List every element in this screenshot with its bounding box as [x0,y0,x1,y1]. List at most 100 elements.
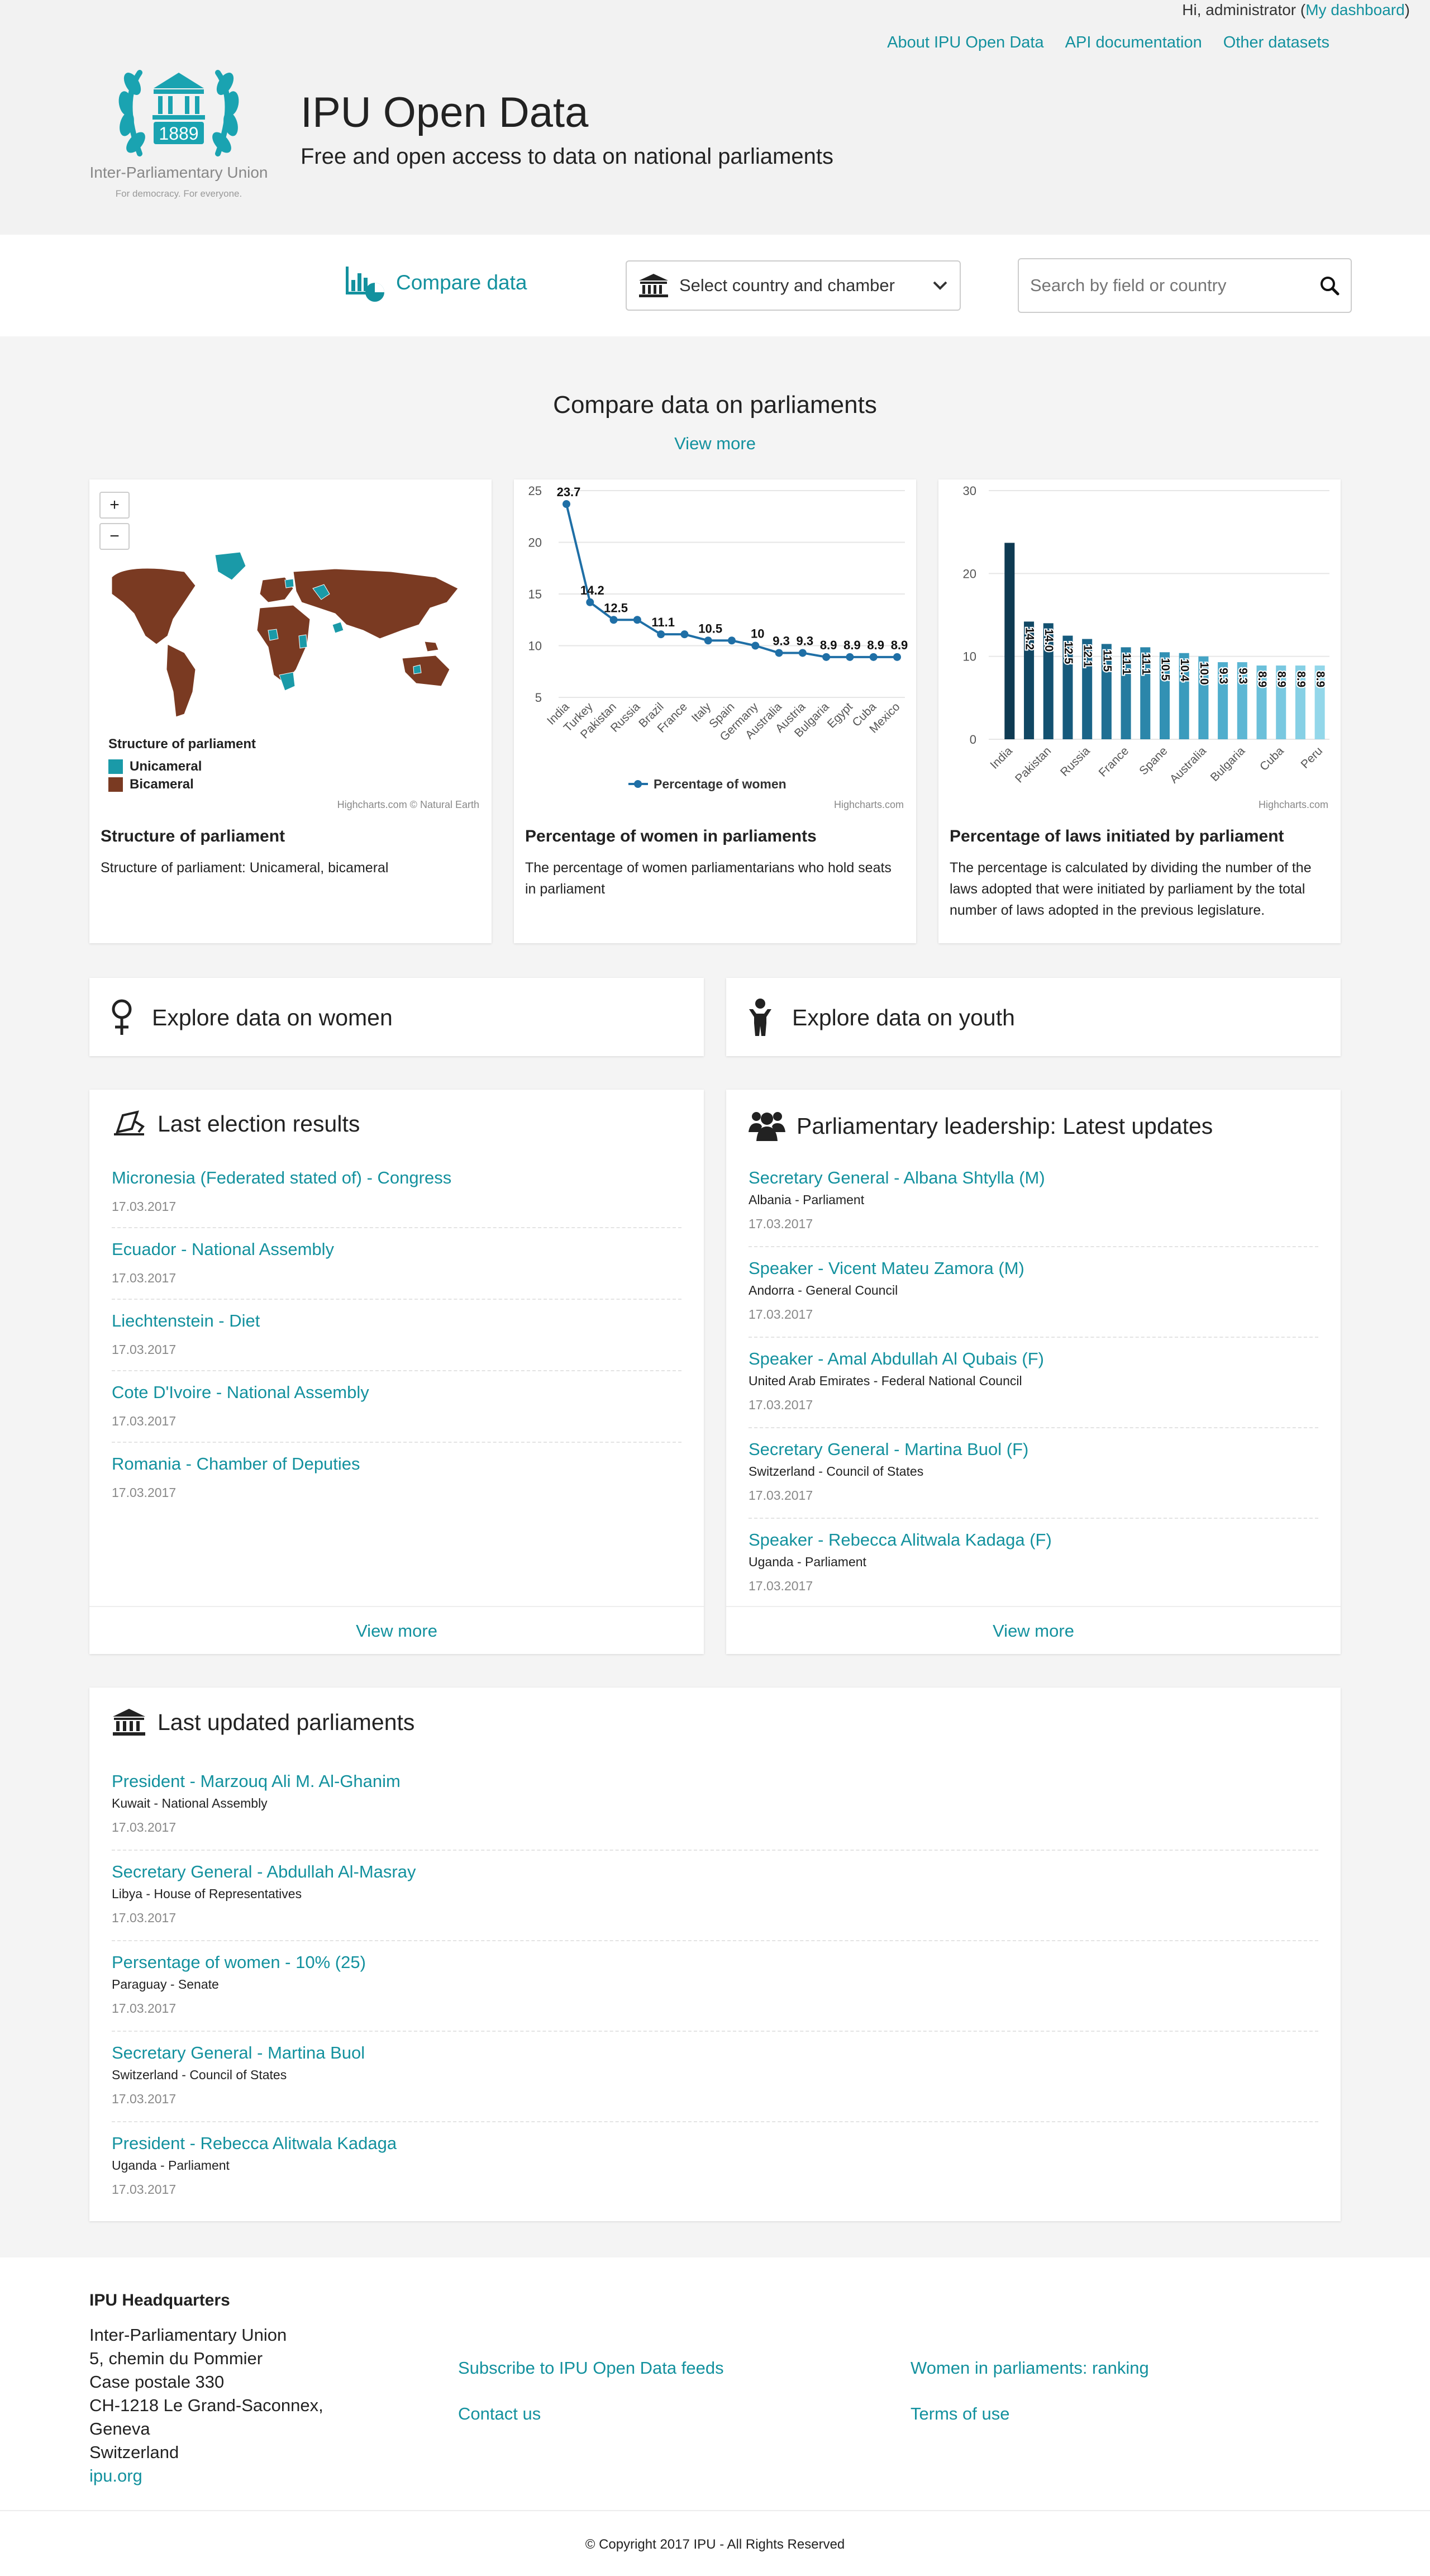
data-point[interactable] [846,653,854,661]
data-point[interactable] [609,616,618,624]
data-label: 11.1 [651,615,675,629]
update-item-chamber: Uganda - Parliament [112,2158,230,2173]
women-line-chart[interactable]: 510152025 23.7India14.2Turkey12.5Pakistan… [514,479,916,809]
contact-us-link[interactable]: Contact us [458,2404,541,2424]
subscribe-feeds-link[interactable]: Subscribe to IPU Open Data feeds [458,2358,724,2378]
update-item-title[interactable]: President - Rebecca Alitwala Kadaga [112,2133,1318,2154]
data-label: 9.3 [797,634,814,648]
leadership-item-date: 17.03.2017 [749,1488,813,1503]
update-item-date: 17.03.2017 [112,2092,177,2106]
ballot-hand-icon [114,1110,145,1135]
election-item-date: 17.03.2017 [112,1485,177,1500]
legend-swatch-bicameral [108,777,123,792]
data-point[interactable] [704,636,712,645]
update-item-chamber: Paraguay - Senate [112,1977,219,1992]
update-item-title[interactable]: Secretary General - Abdullah Al-Masray [112,1862,1318,1882]
election-item-date: 17.03.2017 [112,1199,177,1214]
data-point[interactable] [822,653,831,661]
update-item[interactable]: President - Rebecca Alitwala Kadaga Ugand… [112,2133,1318,2206]
data-point[interactable] [869,653,878,661]
data-point[interactable] [893,653,901,661]
elections-view-more-link[interactable]: View more [89,1606,704,1654]
update-item[interactable]: Secretary General - Martina Buol Switzerl… [112,2043,1318,2122]
leadership-item[interactable]: Speaker - Vicent Mateu Zamora (M) Andorra… [749,1258,1318,1338]
legend-unicameral[interactable]: Unicameral [108,759,202,774]
election-results-box: Last election results Micronesia (Federa… [89,1090,704,1654]
api-docs-link[interactable]: API documentation [1065,34,1202,51]
map-zoom-out-button[interactable]: − [99,523,130,550]
bar-label: 9.3 [1217,668,1230,684]
bar-label: 8.9 [1256,671,1269,687]
data-point[interactable] [751,641,760,650]
leadership-item[interactable]: Secretary General - Albana Shtylla (M) Al… [749,1168,1318,1247]
country-chamber-select[interactable]: Select country and chamber [626,260,961,311]
search-icon[interactable] [1319,275,1340,296]
leadership-item-chamber: United Arab Emirates - Federal National … [749,1373,1022,1388]
data-point[interactable] [680,630,689,639]
bar-label: 10.4 [1178,659,1191,682]
election-item-title[interactable]: Romania - Chamber of Deputies [112,1454,681,1474]
my-dashboard-link[interactable]: My dashboard [1305,1,1404,18]
toolbar: Compare data Select country and chamber [0,235,1430,336]
election-item[interactable]: Ecuador - National Assembly 17.03.2017 [112,1239,681,1300]
election-item[interactable]: Cote D'Ivoire - National Assembly 17.03.2… [112,1382,681,1443]
greeting-text: Hi, administrator ( [1182,1,1306,18]
leadership-item-title[interactable]: Secretary General - Martina Buol (F) [749,1439,1318,1460]
leadership-item-title[interactable]: Speaker - Vicent Mateu Zamora (M) [749,1258,1318,1279]
ipu-logo[interactable]: 1889 Inter-Parliamentary Union For democ… [87,50,271,207]
election-item[interactable]: Micronesia (Federated stated of) - Congr… [112,1168,681,1228]
ipu-site-link[interactable]: ipu.org [89,2466,142,2485]
election-item-title[interactable]: Micronesia (Federated stated of) - Congr… [112,1168,681,1188]
leadership-item-title[interactable]: Speaker - Amal Abdullah Al Qubais (F) [749,1349,1318,1369]
address-line: Geneva [89,2419,150,2439]
data-point[interactable] [563,500,570,508]
terms-of-use-link[interactable]: Terms of use [911,2404,1009,2424]
election-item-title[interactable]: Ecuador - National Assembly [112,1239,681,1260]
about-link[interactable]: About IPU Open Data [887,34,1044,51]
map-zoom-in-button[interactable]: + [99,492,130,519]
update-item[interactable]: President - Marzouq Ali M. Al-Ghanim Kuwa… [112,1771,1318,1851]
leadership-item[interactable]: Speaker - Rebecca Alitwala Kadaga (F) Uga… [749,1530,1318,1603]
laws-bar-chart[interactable]: 0 10 20 30 India 14.2 14.0 Pakistan 12.5 12.1 Russ… [938,479,1341,809]
world-map[interactable] [101,546,480,725]
data-point[interactable] [657,630,665,639]
map-legend-title: Structure of parliament [108,736,256,752]
y-tick-label: 20 [963,567,976,581]
compare-data-button[interactable]: Compare data [344,262,527,304]
other-datasets-link[interactable]: Other datasets [1223,34,1329,51]
card-title: Percentage of women in parliaments [525,827,817,845]
data-point[interactable] [586,598,594,606]
leadership-item[interactable]: Speaker - Amal Abdullah Al Qubais (F) Uni… [749,1349,1318,1428]
data-point[interactable] [728,636,736,645]
election-item-title[interactable]: Cote D'Ivoire - National Assembly [112,1382,681,1403]
update-item[interactable]: Secretary General - Abdullah Al-Masray Li… [112,1862,1318,1941]
explore-women-button[interactable]: Explore data on women [89,978,704,1056]
explore-youth-button[interactable]: Explore data on youth [726,978,1341,1056]
last-updated-header: Last updated parliaments [112,1708,414,1737]
update-item-title[interactable]: Secretary General - Martina Buol [112,2043,1318,2063]
update-item-title[interactable]: President - Marzouq Ali M. Al-Ghanim [112,1771,1318,1791]
data-point[interactable] [775,649,783,657]
data-label: 10 [751,627,764,641]
update-item-date: 17.03.2017 [112,2182,177,2197]
data-point[interactable] [798,649,807,657]
legend-bicameral[interactable]: Bicameral [108,777,194,792]
election-item[interactable]: Liechtenstein - Diet 17.03.2017 [112,1311,681,1371]
update-item[interactable]: Persentage of women - 10% (25) Paraguay -… [112,1952,1318,2032]
data-point[interactable] [633,616,641,624]
election-item[interactable]: Romania - Chamber of Deputies 17.03.2017 [112,1454,681,1514]
leadership-item-title[interactable]: Speaker - Rebecca Alitwala Kadaga (F) [749,1530,1318,1550]
leadership-item-chamber: Switzerland - Council of States [749,1464,924,1479]
compare-view-more-link[interactable]: View more [0,434,1430,454]
election-item-title[interactable]: Liechtenstein - Diet [112,1311,681,1331]
leadership-item[interactable]: Secretary General - Martina Buol (F) Swit… [749,1439,1318,1519]
chart-legend[interactable]: Percentage of women [628,777,786,791]
leadership-item-title[interactable]: Secretary General - Albana Shtylla (M) [749,1168,1318,1188]
leadership-view-more-link[interactable]: View more [726,1606,1341,1654]
explore-youth-label: Explore data on youth [792,1004,1015,1030]
bar[interactable] [1004,543,1015,739]
series-line [565,503,897,658]
update-item-title[interactable]: Persentage of women - 10% (25) [112,1952,1318,1973]
search-input[interactable] [1030,275,1319,296]
women-ranking-link[interactable]: Women in parliaments: ranking [911,2358,1149,2378]
